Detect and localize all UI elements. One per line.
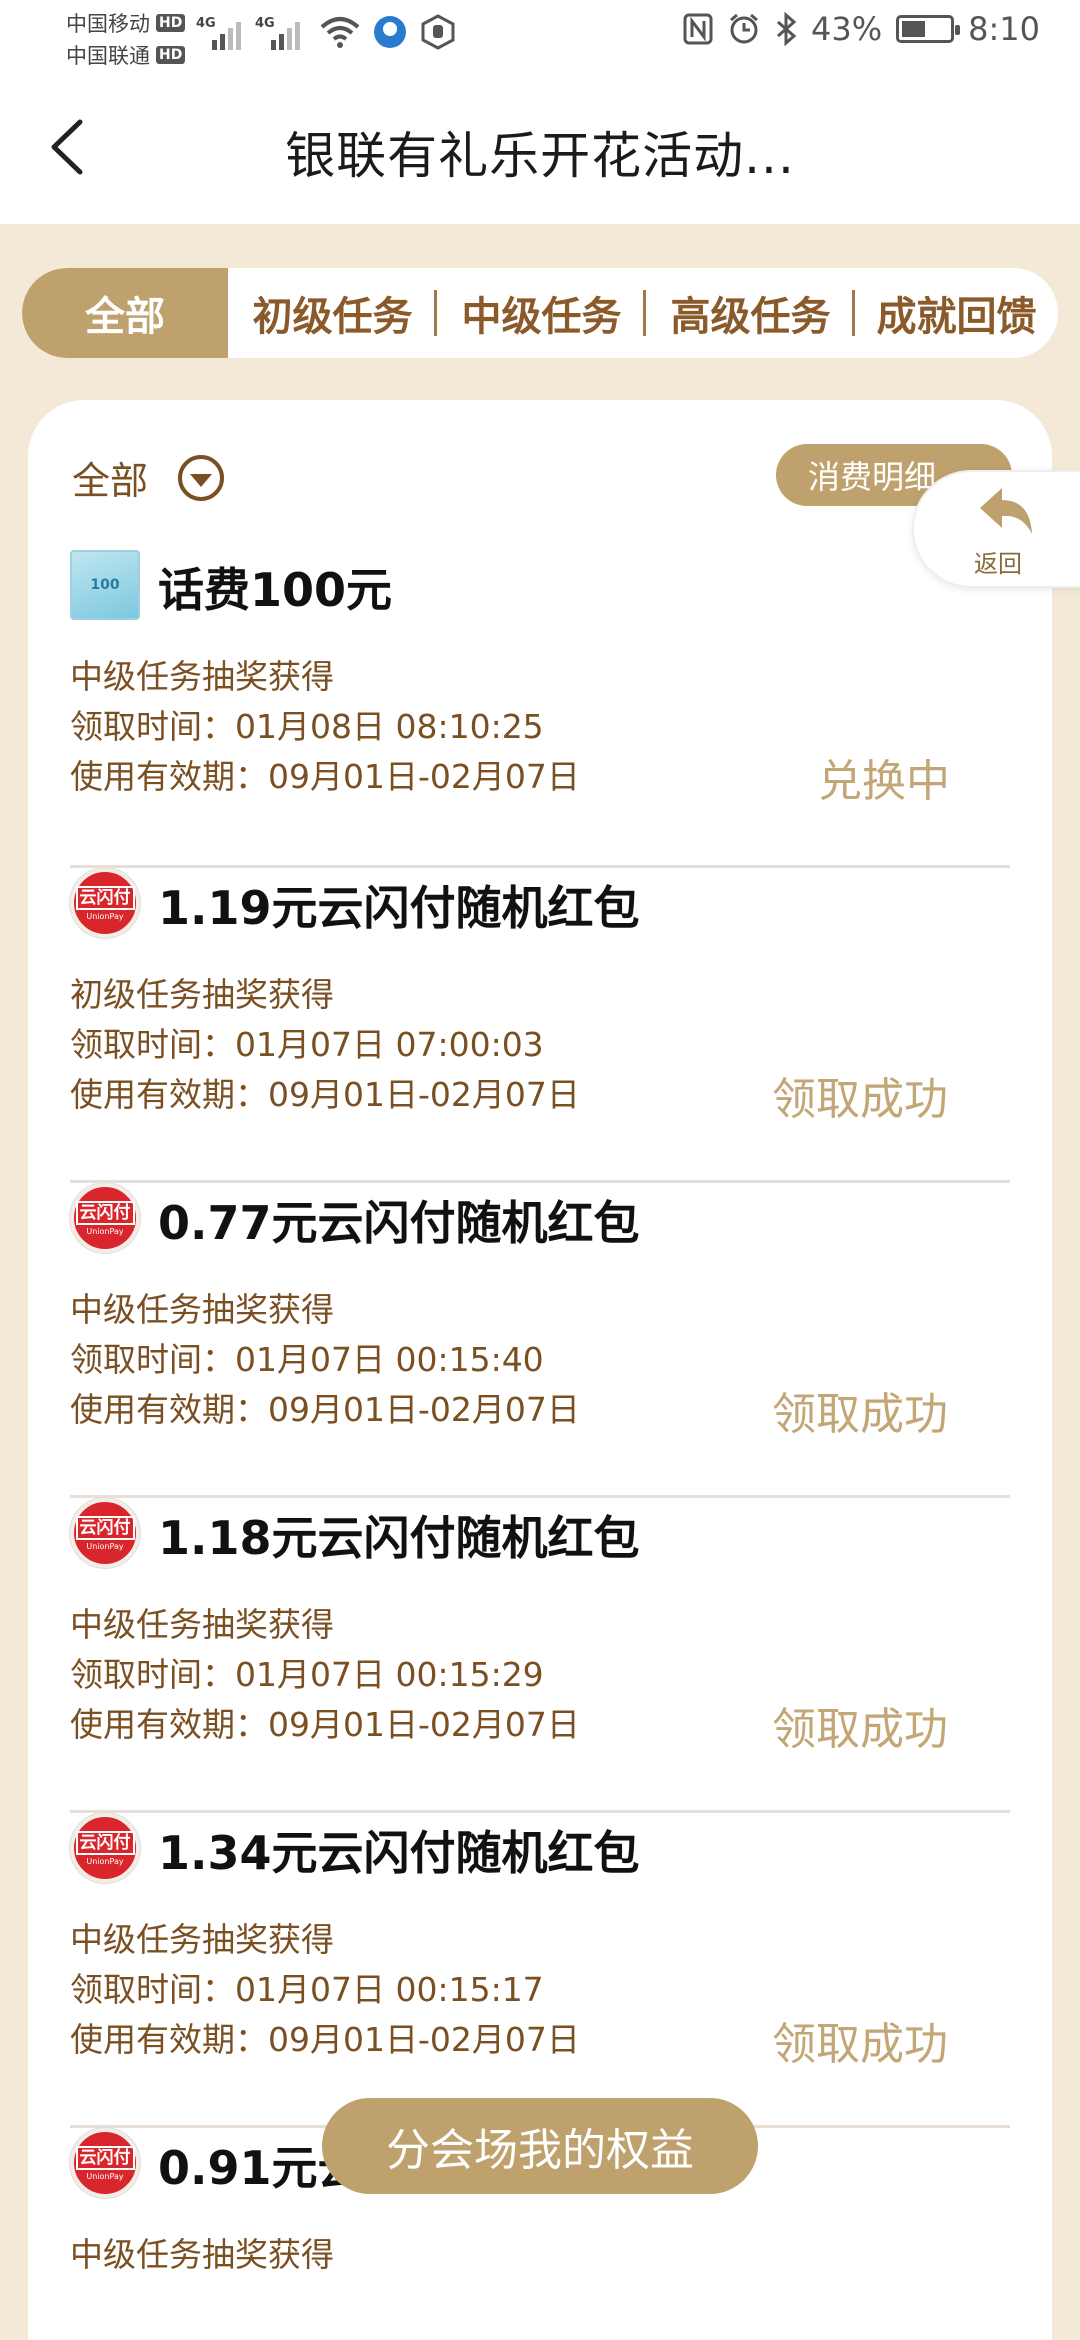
item-validity: 使用有效期：09月01日-02月07日 [70,1390,580,1429]
rewards-list: 100 话费100元 中级任务抽奖获得 领取时间：01月08日 08:10:25… [70,550,1010,2340]
item-source: 中级任务抽奖获得 [70,2235,334,2274]
tab-beginner-tasks[interactable]: 初级任务 [228,268,437,358]
nfc-icon [683,13,713,45]
battery-percent: 43% [811,10,883,48]
signal-icon: 4G [255,16,300,50]
filter-label: 全部 [72,459,149,503]
status-bar: 中国移动 HD 中国联通 HD 4G 4G 43% 8:10 [0,0,1080,72]
tab-achievement-rewards[interactable]: 成就回馈 [855,268,1058,358]
item-status: 领取成功 [772,1704,948,1755]
app-header: 银联有礼乐开花活动... [0,72,1080,224]
return-label: 返回 [974,550,1022,578]
list-item[interactable]: 云闪付 UnionPay 1.34元云闪付随机红包 中级任务抽奖获得 领取时间：… [70,1813,1010,2128]
item-status: 领取成功 [772,2019,948,2070]
icon-sublabel: UnionPay [86,1541,124,1551]
item-status: 领取成功 [772,1389,948,1440]
item-claim-time: 领取时间：01月08日 08:10:25 [70,707,544,746]
item-validity: 使用有效期：09月01日-02月07日 [70,1705,580,1744]
icon-label: 云闪付 [75,1200,135,1225]
icon-sublabel: UnionPay [86,2171,124,2181]
signal-icon: 4G [196,16,241,50]
bluetooth-icon [777,12,797,46]
list-item[interactable]: 云闪付 UnionPay 1.19元云闪付随机红包 初级任务抽奖获得 领取时间：… [70,868,1010,1183]
item-validity: 使用有效期：09月01日-02月07日 [70,2020,580,2059]
item-status: 兑换中 [818,756,950,807]
icon-sublabel: UnionPay [86,1856,124,1866]
hand-icon [421,14,455,50]
carrier-2-label: 中国联通 [66,44,150,68]
icon-label: 100 [90,577,120,593]
filter-dropdown[interactable]: 全部 [72,450,225,505]
status-icons-left [320,14,456,50]
network-type: 4G [196,16,216,31]
network-type: 4G [255,16,275,31]
battery-icon [896,15,961,43]
wifi-icon [320,17,360,48]
item-source: 中级任务抽奖获得 [70,657,334,696]
item-source: 中级任务抽奖获得 [70,1290,334,1329]
list-item[interactable]: 云闪付 UnionPay 0.77元云闪付随机红包 中级任务抽奖获得 领取时间：… [70,1183,1010,1498]
item-validity: 使用有效期：09月01日-02月07日 [70,757,580,796]
tab-all[interactable]: 全部 [22,268,228,358]
list-item[interactable]: 100 话费100元 中级任务抽奖获得 领取时间：01月08日 08:10:25… [70,550,1010,868]
item-claim-time: 领取时间：01月07日 00:15:40 [70,1340,544,1379]
carrier-1: 中国移动 HD [66,8,186,38]
icon-sublabel: UnionPay [86,1226,124,1236]
item-validity: 使用有效期：09月01日-02月07日 [70,1075,580,1114]
hd-badge: HD [156,46,186,64]
clock: 8:10 [968,10,1040,48]
icon-sublabel: UnionPay [86,911,124,921]
item-title: 0.77元云闪付随机红包 [158,1196,640,1250]
cloud-quickpass-icon: 云闪付 UnionPay [70,1498,140,1568]
cloud-quickpass-icon: 云闪付 UnionPay [70,2128,140,2198]
alarm-icon [730,13,758,44]
floating-return-button[interactable]: 返回 [912,470,1080,588]
item-title: 话费100元 [158,563,393,617]
item-source: 中级任务抽奖获得 [70,1605,334,1644]
return-arrow-icon [980,488,1032,534]
page-title: 银联有礼乐开花活动... [285,127,795,185]
icon-label: 云闪付 [75,885,135,910]
item-source: 中级任务抽奖获得 [70,1920,334,1959]
item-title: 1.19元云闪付随机红包 [158,881,640,935]
rewards-card: 全部 消费明细 100 话费100元 中级任务抽奖获得 领取时间：01月08日 … [28,400,1052,2340]
cloud-quickpass-icon: 云闪付 UnionPay [70,1183,140,1253]
cloud-quickpass-icon: 云闪付 UnionPay [70,868,140,938]
icon-label: 云闪付 [75,1515,135,1540]
status-icons-right: 43% 8:10 [683,10,1040,48]
cloud-quickpass-icon: 云闪付 UnionPay [70,1813,140,1883]
carrier-1-label: 中国移动 [66,12,150,36]
list-item[interactable]: 云闪付 UnionPay 1.18元云闪付随机红包 中级任务抽奖获得 领取时间：… [70,1498,1010,1813]
item-title: 1.34元云闪付随机红包 [158,1826,640,1880]
carrier-2: 中国联通 HD [66,40,186,70]
my-benefits-button[interactable]: 分会场我的权益 [322,2098,758,2194]
item-source: 初级任务抽奖获得 [70,975,334,1014]
item-claim-time: 领取时间：01月07日 07:00:03 [70,1025,544,1064]
app-notification-icon [374,16,406,48]
item-title: 1.18元云闪付随机红包 [158,1511,640,1565]
chevron-down-icon [178,454,225,501]
signal-group: 4G 4G [196,16,300,50]
icon-label: 云闪付 [75,1830,135,1855]
tab-intermediate-tasks[interactable]: 中级任务 [437,268,646,358]
hd-badge: HD [156,14,186,32]
item-status: 领取成功 [772,1074,948,1125]
tab-bar: 全部 初级任务 中级任务 高级任务 成就回馈 [22,268,1058,358]
icon-label: 云闪付 [75,2145,135,2170]
tab-advanced-tasks[interactable]: 高级任务 [646,268,855,358]
item-claim-time: 领取时间：01月07日 00:15:29 [70,1655,544,1694]
phone-credit-icon: 100 [70,550,140,620]
item-claim-time: 领取时间：01月07日 00:15:17 [70,1970,544,2009]
